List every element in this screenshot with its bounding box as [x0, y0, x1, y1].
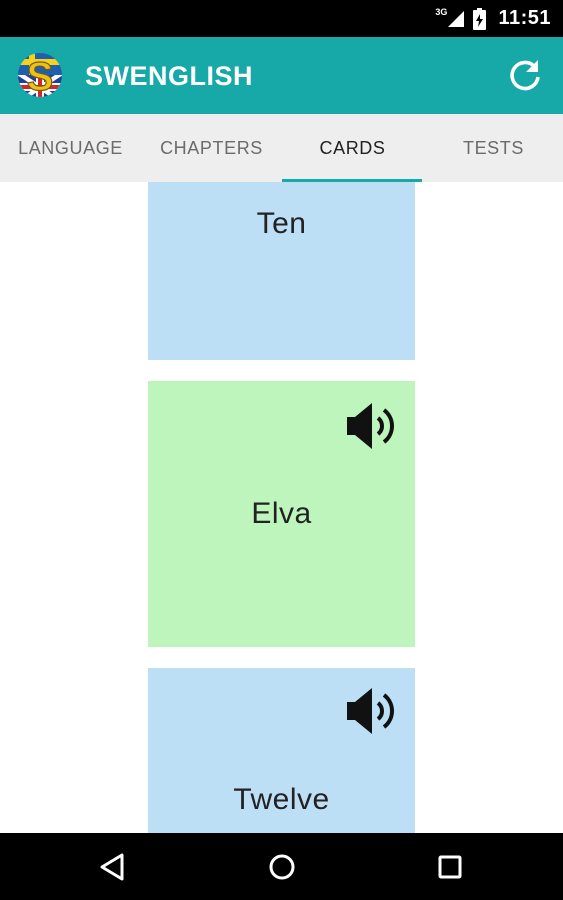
cards-list[interactable]: Ten Elva Twelve — [0, 182, 563, 833]
card-word: Ten — [256, 207, 307, 240]
status-icons: 3G 11:51 — [435, 0, 551, 37]
tab-cards[interactable]: CARDS — [282, 114, 423, 182]
card-word: Elva — [251, 497, 312, 530]
network-type-label: 3G — [435, 6, 448, 17]
app-bar: S SWENGLISH — [0, 37, 563, 114]
flash-card[interactable]: Elva — [148, 381, 415, 647]
swenglish-logo-icon: S — [18, 53, 62, 100]
flash-card[interactable]: Twelve — [148, 668, 415, 833]
tab-tests[interactable]: TESTS — [423, 114, 563, 182]
status-bar: 3G 11:51 — [0, 0, 563, 37]
svg-text:S: S — [27, 55, 54, 99]
tab-label: TESTS — [462, 137, 524, 158]
speaker-icon[interactable] — [345, 685, 401, 737]
refresh-icon[interactable] — [507, 57, 543, 93]
battery-icon — [473, 7, 487, 30]
tab-label: LANGUAGE — [18, 137, 123, 158]
card-word: Twelve — [233, 783, 330, 816]
home-icon[interactable] — [262, 847, 302, 887]
tab-label: CARDS — [319, 137, 386, 158]
app-title: SWENGLISH — [85, 61, 254, 91]
tab-label: CHAPTERS — [160, 137, 263, 158]
recents-icon[interactable] — [430, 847, 470, 887]
signal-icon — [448, 10, 465, 27]
back-icon[interactable] — [93, 847, 133, 887]
speaker-icon[interactable] — [345, 400, 401, 452]
tab-chapters[interactable]: CHAPTERS — [141, 114, 282, 182]
navigation-bar — [0, 833, 563, 900]
app-screen: 3G 11:51 S SWENGLISH LANGUAGE CHAPTERS C… — [0, 0, 563, 900]
tab-bar: LANGUAGE CHAPTERS CARDS TESTS — [0, 114, 563, 182]
flash-card[interactable]: Ten — [148, 182, 415, 360]
status-time: 11:51 — [498, 7, 551, 29]
tab-language[interactable]: LANGUAGE — [0, 114, 141, 182]
